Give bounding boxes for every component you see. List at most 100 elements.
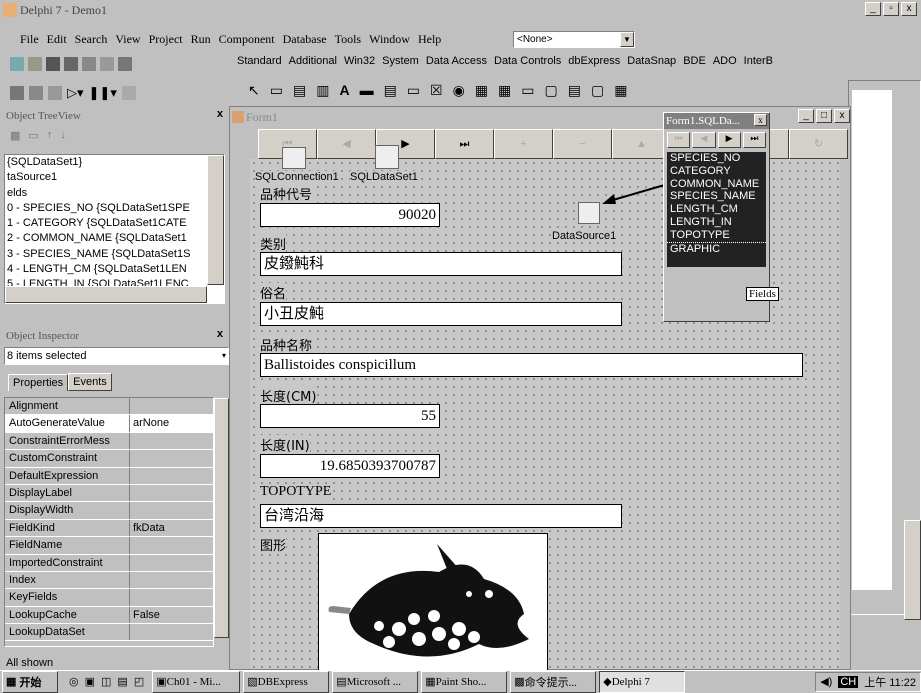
menu-database[interactable]: Database <box>283 32 327 47</box>
panel-icon[interactable]: ▢ <box>591 82 604 99</box>
property-row[interactable]: AutoGenerateValue arNone <box>5 415 213 433</box>
menu-help[interactable]: Help <box>418 32 441 47</box>
length-in-field[interactable]: 19.6850393700787 <box>260 454 440 478</box>
property-row[interactable]: KeyFields <box>5 589 213 607</box>
menu-project[interactable]: Project <box>149 32 183 47</box>
run-icon[interactable]: ▷▾ <box>67 85 84 101</box>
radio-icon[interactable]: ◉ <box>453 82 465 99</box>
start-button[interactable]: ▦ 开始 <box>2 670 58 693</box>
property-value[interactable] <box>130 450 213 466</box>
up-arrow-icon[interactable]: ↑ <box>47 129 53 141</box>
new-item-icon[interactable]: ▭ <box>28 129 38 142</box>
tree-item[interactable]: elds <box>7 186 224 201</box>
tab-additional[interactable]: Additional <box>289 55 337 71</box>
form-maximize-button[interactable]: □ <box>816 109 832 123</box>
media-icon[interactable]: ▤ <box>117 675 127 688</box>
inspector-close-icon[interactable]: x <box>217 328 223 340</box>
property-value[interactable] <box>130 468 213 484</box>
desktop-icon[interactable]: ▣ <box>85 675 95 688</box>
property-value[interactable] <box>130 555 213 571</box>
chevron-down-icon[interactable]: ▼ <box>620 32 634 47</box>
property-value[interactable] <box>130 485 213 501</box>
nav-last-button[interactable]: ⏭ <box>435 129 494 159</box>
graphic-image-field[interactable] <box>318 533 548 673</box>
menu-edit[interactable]: Edit <box>47 32 67 47</box>
property-row[interactable]: FieldName <box>5 537 213 555</box>
view-form-icon[interactable] <box>29 86 43 100</box>
scrollbar-icon[interactable]: ▭ <box>521 82 534 99</box>
ie-icon[interactable]: ◎ <box>69 675 79 688</box>
menu-component-icon[interactable]: ▤ <box>293 82 306 99</box>
down-arrow-icon[interactable]: ↓ <box>60 129 66 141</box>
sqldataset-icon[interactable] <box>375 145 399 169</box>
field-item[interactable]: TOPOTYPE <box>667 229 766 242</box>
task-paintshop[interactable]: ▦ Paint Sho... <box>421 670 508 693</box>
field-item[interactable]: GRAPHIC <box>667 241 766 256</box>
field-item[interactable]: SPECIES_NAME <box>667 190 766 203</box>
category-field[interactable]: 皮鏺魨科 <box>260 252 622 276</box>
chevron-down-icon[interactable]: ▾ <box>222 348 226 364</box>
sqlconnection-icon[interactable] <box>282 147 306 169</box>
fe-last-button[interactable]: ⏭ <box>742 132 766 148</box>
pause-icon[interactable]: ❚❚▾ <box>89 85 117 101</box>
property-value[interactable]: False <box>130 607 213 623</box>
fe-next-button[interactable]: ▶ <box>717 132 741 148</box>
tab-ado[interactable]: ADO <box>713 55 737 71</box>
property-value[interactable]: arNone <box>130 415 213 431</box>
tab-properties[interactable]: Properties <box>8 374 69 391</box>
property-value[interactable] <box>130 589 213 605</box>
actionlist-icon[interactable]: ▦ <box>614 82 627 99</box>
frame-icon[interactable]: ▭ <box>270 82 283 99</box>
tab-data-controls[interactable]: Data Controls <box>494 55 561 71</box>
tree-item[interactable]: 0 - SPECIES_NO {SQLDataSet1SPE <box>7 201 224 216</box>
nav-prior-button[interactable]: ◀ <box>317 129 376 159</box>
speaker-icon[interactable]: ◀) <box>820 675 832 688</box>
field-item[interactable]: LENGTH_CM <box>667 203 766 216</box>
menu-run[interactable]: Run <box>191 32 211 47</box>
view-unit-icon[interactable] <box>10 86 24 100</box>
form-minimize-button[interactable]: _ <box>798 109 814 123</box>
property-row[interactable]: Index <box>5 571 213 590</box>
menu-component[interactable]: Component <box>219 32 275 47</box>
menu-search[interactable]: Search <box>75 32 108 47</box>
field-item[interactable]: SPECIES_NO <box>667 152 766 165</box>
property-value[interactable] <box>130 572 213 588</box>
tree-item[interactable]: 2 - COMMON_NAME {SQLDataSet1 <box>7 231 224 246</box>
nav-refresh-button[interactable]: ↻ <box>789 129 848 159</box>
label-icon[interactable]: A <box>339 82 349 98</box>
property-row[interactable]: LookupDataSet <box>5 624 213 642</box>
tree-item[interactable]: taSource1 <box>7 170 224 185</box>
tab-data-access[interactable]: Data Access <box>426 55 487 71</box>
property-row[interactable]: LookupCache False <box>5 606 213 625</box>
edit-icon[interactable]: ▬ <box>360 82 374 98</box>
editor-vscrollbar[interactable] <box>904 520 921 620</box>
tree-item[interactable]: 4 - LENGTH_CM {SQLDataSet1LEN <box>7 262 224 277</box>
tab-win32[interactable]: Win32 <box>344 55 375 71</box>
treeview-vscrollbar[interactable] <box>207 155 224 285</box>
property-row[interactable]: ConstraintErrorMess <box>5 432 213 451</box>
ime-indicator[interactable]: CH <box>838 675 859 688</box>
property-value[interactable] <box>130 624 213 640</box>
field-item[interactable]: COMMON_NAME <box>667 178 766 191</box>
fe-prior-button[interactable]: ◀ <box>692 132 716 148</box>
menu-tools[interactable]: Tools <box>335 32 362 47</box>
length-cm-field[interactable]: 55 <box>260 404 440 428</box>
save-all-icon[interactable] <box>64 57 78 71</box>
task-dbexpress[interactable]: ▧ DBExpress <box>243 670 330 693</box>
nav-insert-button[interactable]: + <box>494 129 553 159</box>
restore-button[interactable]: ▫ <box>883 2 899 16</box>
menu-window[interactable]: Window <box>369 32 410 47</box>
fields-editor-close-button[interactable]: x <box>754 114 767 126</box>
tab-datasnap[interactable]: DataSnap <box>627 55 676 71</box>
radiogroup-icon[interactable]: ▤ <box>568 82 581 99</box>
tab-interbase[interactable]: InterB <box>744 55 773 71</box>
toggle-icon[interactable] <box>48 86 62 100</box>
delete-icon[interactable]: ▩ <box>10 129 20 142</box>
species-name-field[interactable]: Ballistoides conspicillum <box>260 353 803 377</box>
form-close-button[interactable]: x <box>834 109 850 123</box>
treeview-close-icon[interactable]: x <box>217 108 223 120</box>
topotype-field[interactable]: 台湾沿海 <box>260 504 622 528</box>
save-icon[interactable] <box>46 57 60 71</box>
new-icon[interactable] <box>10 57 24 71</box>
tab-standard[interactable]: Standard <box>237 55 282 71</box>
